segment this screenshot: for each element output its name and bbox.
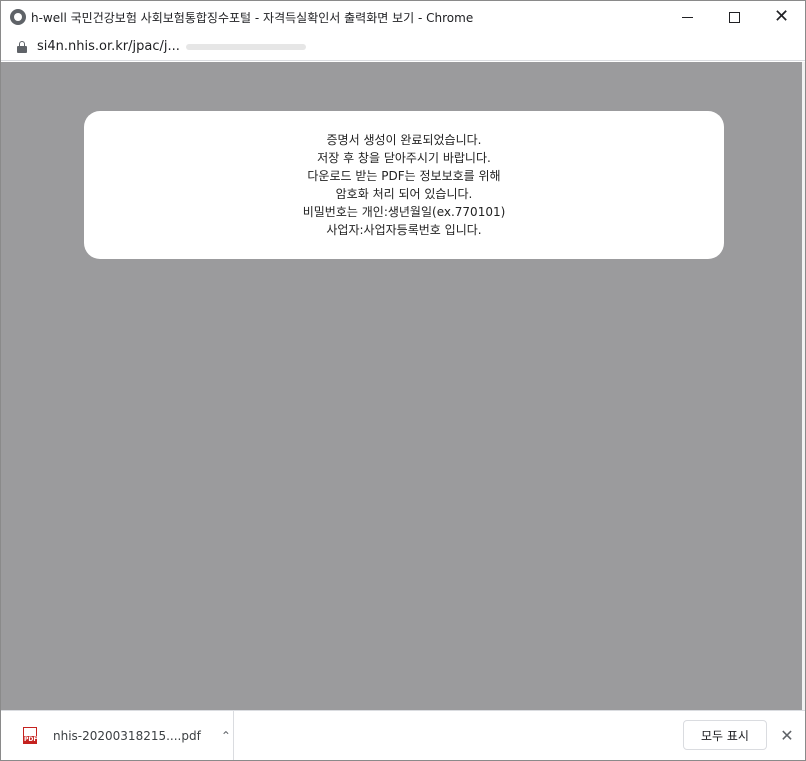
notice-dialog: 증명서 생성이 완료되었습니다. 저장 후 창을 닫아주시기 바랍니다. 다운로… bbox=[84, 111, 724, 259]
page-viewport: 증명서 생성이 완료되었습니다. 저장 후 창을 닫아주시기 바랍니다. 다운로… bbox=[1, 62, 805, 710]
minimize-icon bbox=[682, 16, 693, 18]
pdf-badge: PDF bbox=[24, 736, 38, 743]
url-text[interactable]: si4n.nhis.or.kr/jpac/j... bbox=[37, 39, 180, 54]
window-title: h-well 국민건강보험 사회보험통합징수포털 - 자격득실확인서 출력화면 … bbox=[31, 10, 474, 25]
notice-line-2: 저장 후 창을 닫아주시기 바랍니다. bbox=[317, 151, 491, 165]
url-redacted bbox=[185, 43, 306, 50]
pdf-file-icon: PDF bbox=[23, 727, 37, 744]
maximize-button[interactable] bbox=[711, 1, 758, 33]
download-file-name[interactable]: nhis-20200318215....pdf bbox=[53, 729, 201, 743]
close-download-shelf-icon[interactable]: ✕ bbox=[777, 723, 797, 747]
site-favicon-icon bbox=[10, 9, 26, 25]
notice-line-6: 사업자:사업자등록번호 입니다. bbox=[326, 223, 482, 237]
notice-line-3: 다운로드 받는 PDF는 정보보호를 위해 bbox=[307, 169, 501, 183]
minimize-button[interactable] bbox=[664, 1, 711, 33]
maximize-icon bbox=[729, 11, 740, 23]
window-controls: ✕ bbox=[664, 1, 805, 33]
lock-icon[interactable] bbox=[17, 40, 27, 53]
close-window-button[interactable]: ✕ bbox=[758, 1, 805, 33]
notice-line-5: 비밀번호는 개인:생년월일(ex.770101) bbox=[302, 205, 506, 219]
address-bar: si4n.nhis.or.kr/jpac/j... bbox=[1, 33, 805, 61]
chevron-up-icon[interactable]: ⌃ bbox=[221, 729, 231, 743]
title-bar: h-well 국민건강보험 사회보험통합징수포털 - 자격득실확인서 출력화면 … bbox=[1, 1, 805, 33]
download-shelf: PDF nhis-20200318215....pdf ⌃ 모두 표시 ✕ bbox=[1, 710, 805, 760]
close-icon: ✕ bbox=[773, 6, 790, 27]
show-all-button[interactable]: 모두 표시 bbox=[683, 720, 767, 750]
notice-line-4: 암호화 처리 되어 있습니다. bbox=[335, 187, 473, 201]
browser-window: h-well 국민건강보험 사회보험통합징수포털 - 자격득실확인서 출력화면 … bbox=[0, 0, 806, 761]
notice-line-1: 증명서 생성이 완료되었습니다. bbox=[326, 133, 482, 147]
background-window-edge bbox=[802, 62, 805, 710]
download-item[interactable]: PDF nhis-20200318215....pdf ⌃ bbox=[1, 711, 234, 760]
